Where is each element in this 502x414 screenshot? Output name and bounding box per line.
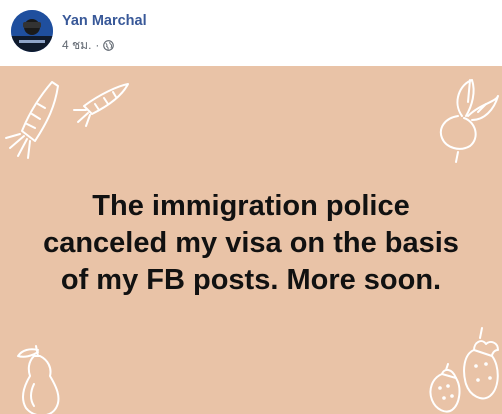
facebook-post: Yan Marchal 4 ชม. · The immigration poli… [0, 0, 502, 414]
strawberry-icon [463, 327, 499, 400]
timestamp[interactable]: 4 ชม. [62, 36, 91, 55]
post-meta: 4 ชม. · [62, 36, 115, 55]
avatar-image [11, 10, 53, 52]
post-background-card: The immigration police canceled my visa … [0, 66, 502, 414]
globe-icon[interactable] [103, 39, 115, 51]
beet-icon [439, 79, 499, 163]
post-header: Yan Marchal 4 ชม. · [0, 0, 502, 64]
author-name[interactable]: Yan Marchal [62, 13, 147, 29]
strawberry-icon [429, 363, 461, 413]
carrot-icon [73, 83, 129, 127]
carrot-icon [5, 81, 59, 159]
pear-icon [17, 345, 60, 414]
post-text: The immigration police canceled my visa … [43, 190, 459, 296]
meta-separator: · [95, 38, 100, 52]
avatar[interactable] [11, 10, 53, 52]
